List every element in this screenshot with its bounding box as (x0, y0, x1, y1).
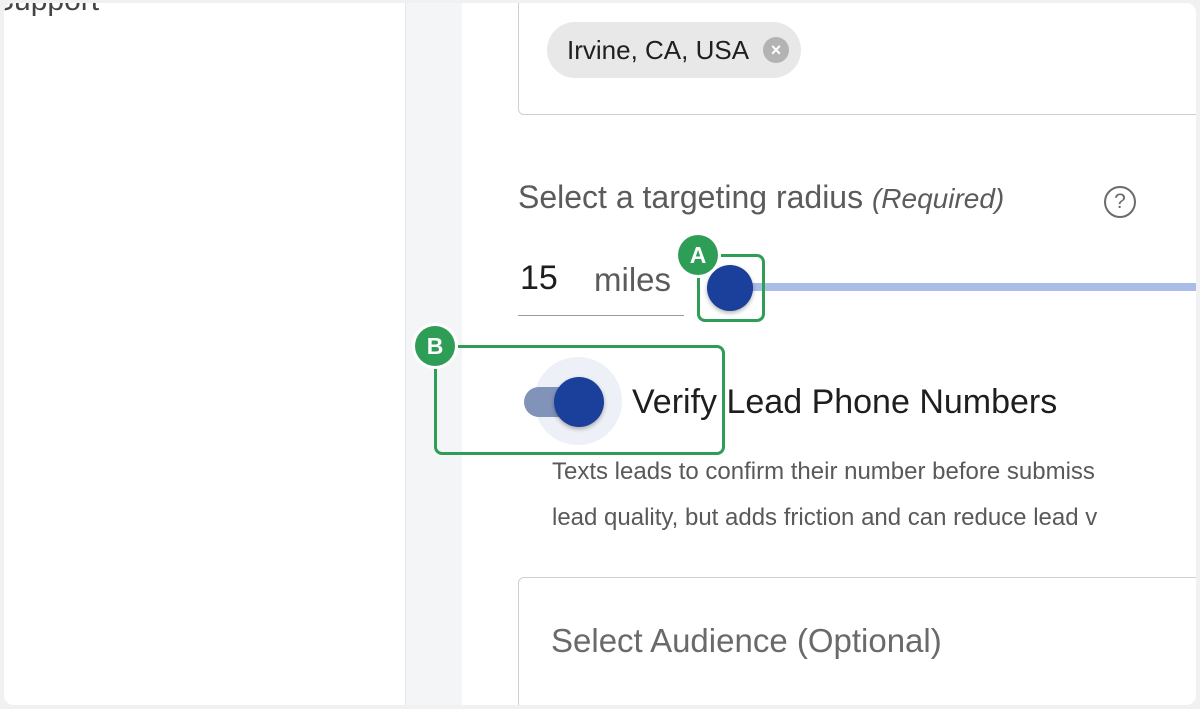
annotation-box-b (434, 345, 725, 455)
close-circle-icon[interactable]: × (763, 37, 790, 63)
sidebar: Support ▾ (4, 3, 406, 705)
radius-unit: miles (594, 261, 672, 298)
annotation-badge-b: B (415, 326, 455, 366)
annotation-badge-a: A (678, 235, 718, 275)
audience-placeholder: Select Audience (Optional) (551, 622, 942, 659)
chevron-down-icon: ▾ (316, 3, 324, 7)
radius-label-text: Select a targeting radius (518, 179, 864, 215)
radius-slider[interactable] (700, 251, 1196, 323)
slider-track[interactable] (720, 283, 1196, 291)
sidebar-item-label: Support (4, 3, 99, 19)
verify-phone-help-text: Texts leads to confirm their number befo… (552, 449, 1196, 541)
location-chip-label: Irvine, CA, USA (567, 34, 750, 65)
location-field[interactable]: Irvine, CA, USA × (518, 3, 1196, 115)
required-indicator: (Required) (871, 183, 1005, 214)
help-icon[interactable]: ? (1104, 186, 1136, 218)
verify-phone-help-line: lead quality, but adds friction and can … (552, 504, 1098, 531)
radius-input[interactable]: 15 miles (518, 253, 684, 316)
verify-phone-help-line: Texts leads to confirm their number befo… (552, 458, 1095, 485)
location-chip[interactable]: Irvine, CA, USA × (547, 22, 802, 78)
radius-value[interactable]: 15 (520, 259, 558, 298)
sidebar-item-support[interactable]: Support ▾ (4, 3, 354, 19)
radius-label: Select a targeting radius (Required) (518, 179, 1004, 216)
audience-select[interactable]: Select Audience (Optional) (518, 577, 1196, 705)
